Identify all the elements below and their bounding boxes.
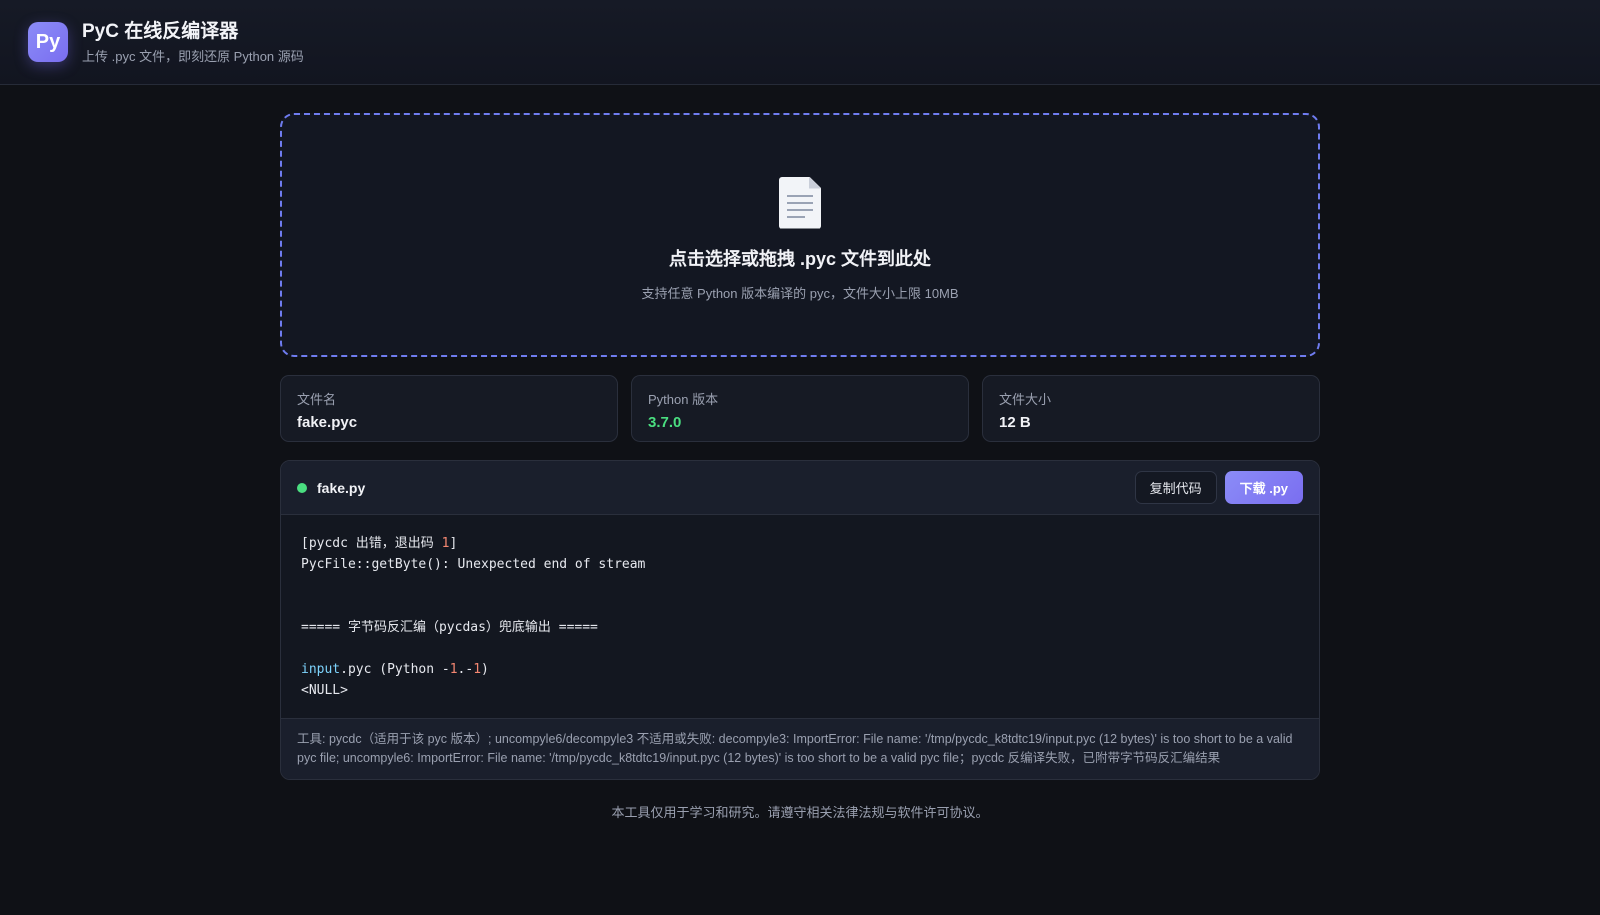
code-line: ===== 字节码反汇编（pycdas）兜底输出 ===== [301,620,598,635]
output-filename: fake.py [317,479,366,496]
app-subtitle: 上传 .pyc 文件，即刻还原 Python 源码 [82,48,304,64]
copy-code-button[interactable]: 复制代码 [1134,471,1217,504]
dropzone-title: 点击选择或拖拽 .pyc 文件到此处 [668,248,932,269]
python-version-value: 3.7.0 [648,414,682,431]
app-title: PyC 在线反编译器 [82,20,239,42]
code-line: <NULL> [301,683,348,698]
filename-card: 文件名 fake.pyc [280,375,618,442]
file-info-row: 文件名 fake.pyc Python 版本 3.7.0 文件大小 12 B [280,375,1320,442]
app-header: Py PyC 在线反编译器 上传 .pyc 文件，即刻还原 Python 源码 [0,0,1600,85]
code-output[interactable]: [pycdc 出错，退出码 1] PycFile::getByte(): Une… [281,515,1319,718]
status-dot-icon [297,482,307,493]
filename-value: fake.pyc [297,414,358,431]
file-size-card: 文件大小 12 B [982,375,1320,442]
tool-info-note: 工具: pycdc（适用于该 pyc 版本）; uncompyle6/decom… [281,718,1319,779]
upload-dropzone[interactable]: 点击选择或拖拽 .pyc 文件到此处 支持任意 Python 版本编译的 pyc… [280,113,1320,357]
main-content: 点击选择或拖拽 .pyc 文件到此处 支持任意 Python 版本编译的 pyc… [280,113,1320,821]
document-icon [779,176,821,229]
code-panel-header: fake.py 复制代码 下载 .py [281,461,1319,515]
code-line: [pycdc 出错，退出码 1] [301,536,458,551]
brand: PyC 在线反编译器 上传 .pyc 文件，即刻还原 Python 源码 [82,20,304,65]
footer-disclaimer: 本工具仅用于学习和研究。请遵守相关法律法规与软件许可协议。 [611,805,989,820]
dropzone-subtitle: 支持任意 Python 版本编译的 pyc，文件大小上限 10MB [641,285,959,301]
code-line: input.pyc (Python -1.-1) [301,662,489,677]
logo: Py [28,22,68,62]
python-version-card: Python 版本 3.7.0 [631,375,969,442]
code-line: PycFile::getByte(): Unexpected end of st… [301,557,646,572]
code-panel: fake.py 复制代码 下载 .py [pycdc 出错，退出码 1] Pyc… [280,460,1320,780]
file-size-value: 12 B [999,414,1031,431]
file-size-label: 文件大小 [999,392,1052,407]
python-version-label: Python 版本 [648,392,719,407]
filename-label: 文件名 [297,392,337,407]
download-py-button[interactable]: 下载 .py [1224,471,1303,504]
